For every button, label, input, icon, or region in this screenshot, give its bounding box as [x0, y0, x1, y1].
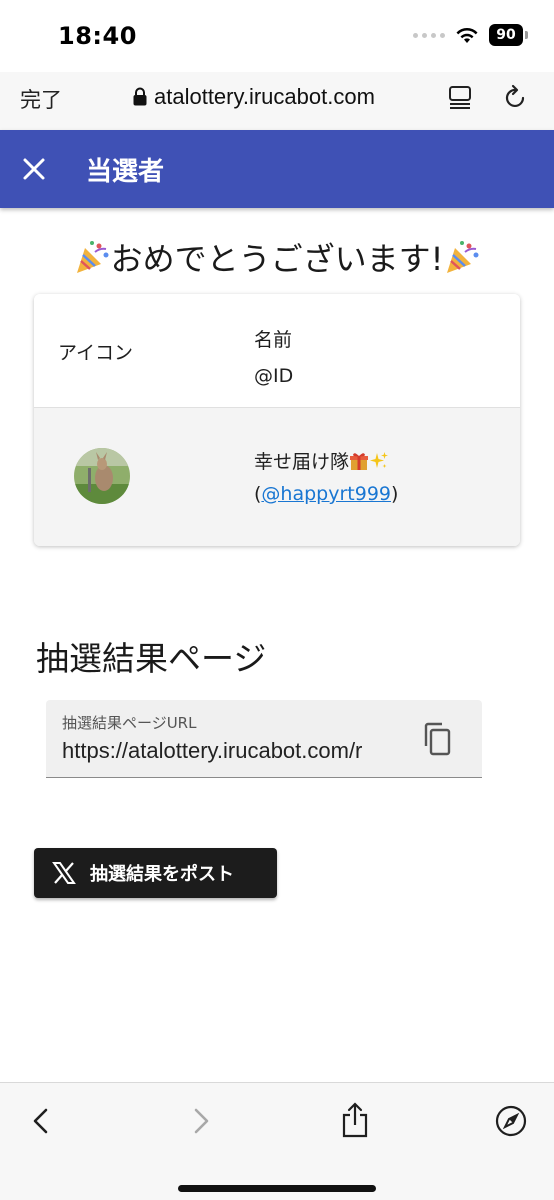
- status-time: 18:40: [58, 22, 137, 50]
- avatar[interactable]: [74, 448, 130, 504]
- copy-icon[interactable]: [422, 722, 452, 756]
- back-icon[interactable]: [30, 1107, 52, 1135]
- share-icon[interactable]: [340, 1101, 370, 1139]
- result-url-label: 抽選結果ページURL: [62, 714, 197, 732]
- page-title: 当選者: [86, 157, 165, 187]
- winner-info: 幸せ届け隊 (@happyrt999): [254, 446, 398, 510]
- sparkles-icon: [370, 452, 389, 468]
- winner-handle-link[interactable]: @happyrt999: [261, 483, 391, 505]
- result-page-title: 抽選結果ページ: [36, 639, 267, 678]
- reload-icon[interactable]: [503, 83, 529, 111]
- result-url-field[interactable]: 抽選結果ページURL https://atalottery.irucabot.c…: [46, 700, 482, 778]
- address-field[interactable]: atalottery.irucabot.com: [132, 84, 375, 110]
- close-icon[interactable]: [20, 155, 48, 183]
- table-row: 幸せ届け隊 (@happyrt999): [34, 408, 520, 546]
- forward-icon[interactable]: [190, 1107, 212, 1135]
- avatar-image: [74, 448, 130, 504]
- post-button-label: 抽選結果をポスト: [90, 864, 234, 885]
- winner-table: アイコン 名前 @ID 幸せ届け隊 (@happyrt999): [34, 294, 520, 546]
- congrats-heading: おめでとうございます!: [0, 234, 554, 280]
- winner-name-line: 幸せ届け隊: [254, 446, 398, 478]
- x-logo-icon: [52, 862, 76, 884]
- party-popper-icon: [76, 241, 109, 273]
- compass-icon[interactable]: [495, 1105, 527, 1137]
- wifi-icon: [456, 28, 478, 43]
- browser-toolbar: [0, 1082, 554, 1200]
- url-text: atalottery.irucabot.com: [154, 84, 375, 109]
- home-indicator: [178, 1185, 376, 1192]
- cellular-signal-icon: [413, 32, 445, 38]
- gift-icon: [350, 453, 369, 470]
- column-header-icon: アイコン: [58, 342, 134, 364]
- battery-icon: 90: [489, 24, 528, 46]
- column-header-name: 名前 @ID: [254, 322, 293, 394]
- column-header-name-label: 名前: [254, 329, 293, 351]
- lock-icon: [133, 87, 147, 106]
- table-header: アイコン 名前 @ID: [34, 294, 520, 408]
- status-bar: 18:40 90: [0, 0, 554, 72]
- app-bar: 当選者: [0, 130, 554, 208]
- browser-url-bar: 完了 atalottery.irucabot.com: [0, 72, 554, 130]
- battery-level: 90: [489, 24, 523, 46]
- done-button[interactable]: 完了: [20, 84, 62, 114]
- column-header-id-label: @ID: [254, 365, 294, 387]
- result-url-input[interactable]: https://atalottery.irucabot.com/r: [62, 738, 398, 764]
- winner-name: 幸せ届け隊: [254, 451, 350, 473]
- congrats-text: おめでとうございます!: [110, 240, 444, 278]
- party-popper-icon: [447, 241, 479, 273]
- status-indicators: 90: [413, 24, 528, 46]
- reader-mode-icon[interactable]: [448, 84, 474, 110]
- winner-handle-line: (@happyrt999): [254, 483, 399, 505]
- post-result-button[interactable]: 抽選結果をポスト: [34, 848, 277, 898]
